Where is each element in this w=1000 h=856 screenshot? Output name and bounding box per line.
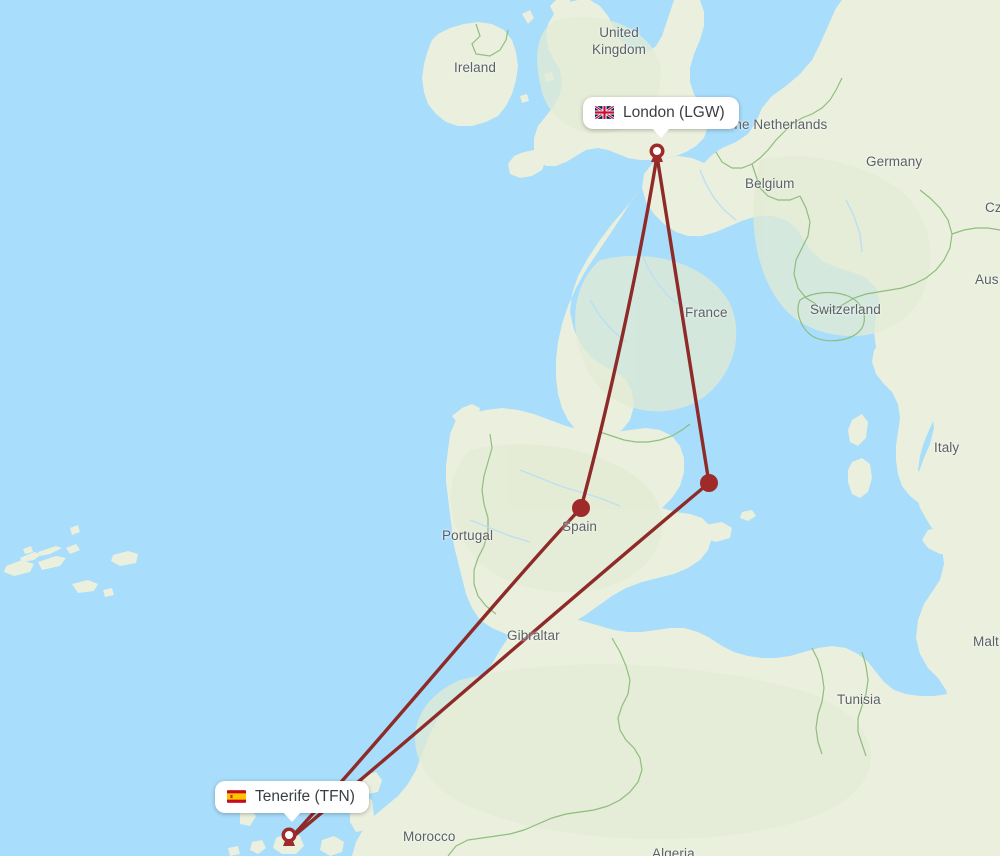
flight-route-map[interactable]: Ireland United Kingdom The Netherlands B… [0,0,1000,856]
map-basemap [0,0,1000,856]
flag-es-icon [227,790,246,804]
callout-tail-london [651,127,670,138]
callout-tail-tenerife [282,811,301,822]
airport-callout-tenerife-label: Tenerife (TFN) [255,788,355,805]
airport-callout-london[interactable]: London (LGW) [583,97,739,138]
waypoint-barcelona [700,474,718,492]
airport-callout-london-label: London (LGW) [623,104,725,121]
flag-gb-icon [595,106,614,120]
waypoint-madrid [572,499,590,517]
airport-callout-tenerife[interactable]: Tenerife (TFN) [215,781,369,822]
